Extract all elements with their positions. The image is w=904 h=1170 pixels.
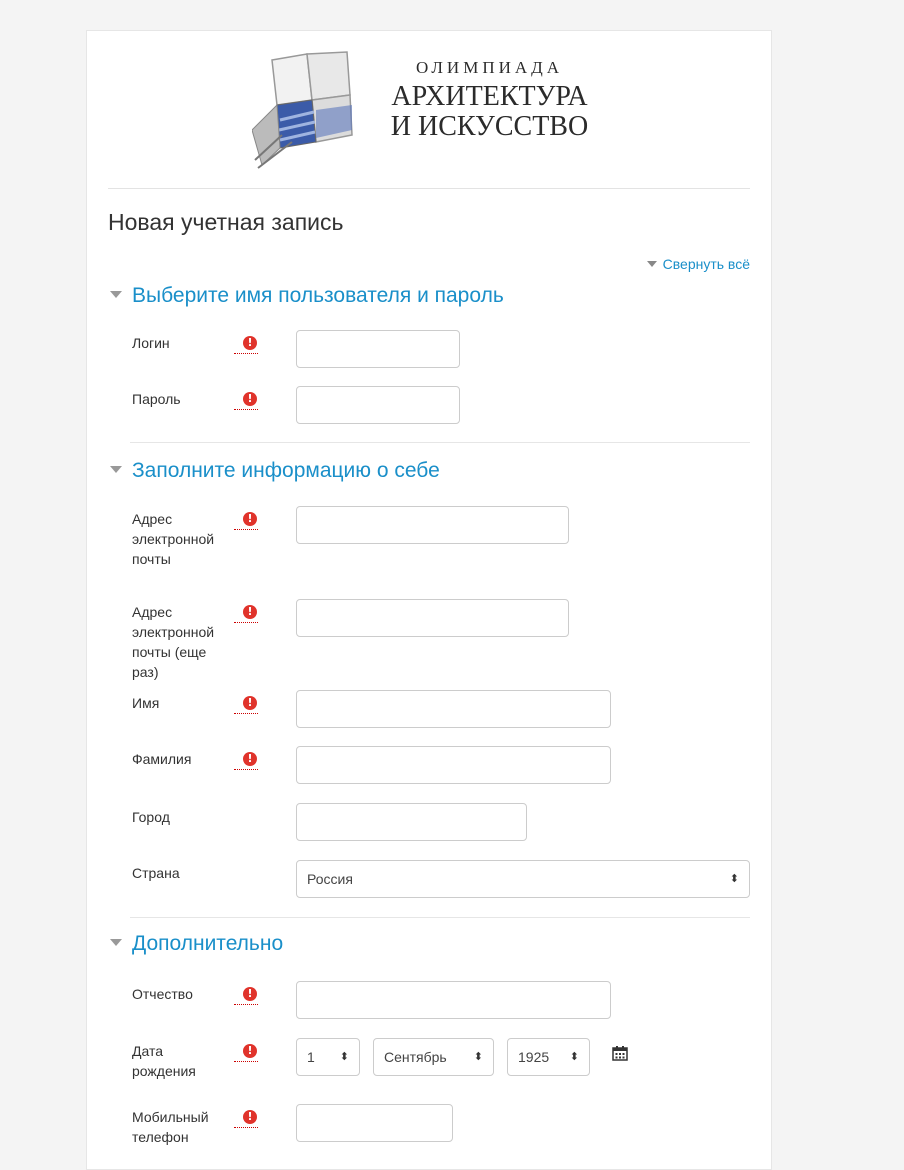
firstname-input[interactable]	[296, 690, 611, 728]
required-icon: !	[234, 749, 258, 771]
email-repeat-label: Адрес электронной почты (еще раз)	[132, 604, 215, 680]
required-icon: !	[234, 602, 258, 624]
middlename-input[interactable]	[296, 981, 611, 1019]
logo-line-3: И ИСКУССТВО	[390, 111, 589, 142]
middlename-label: Отчество	[132, 986, 193, 1002]
required-icon: !	[234, 1107, 258, 1129]
logo-line-1: ОЛИМПИАДА	[415, 58, 564, 77]
logo-text: ОЛИМПИАДА АРХИТЕКТУРА И ИСКУССТВО	[372, 58, 607, 142]
required-icon: !	[234, 333, 258, 355]
birthdate-label: Дата рождения	[132, 1043, 196, 1079]
collapse-all-link[interactable]: Свернуть всё	[646, 256, 750, 272]
required-icon: !	[234, 984, 258, 1006]
country-label: Страна	[132, 865, 180, 881]
section-toggle-icon	[110, 291, 122, 298]
birth-month-value: Сентябрь	[384, 1049, 447, 1065]
required-icon: !	[234, 389, 258, 411]
section-header-extra[interactable]: Дополнительно	[110, 932, 283, 956]
section-title-account: Выберите имя пользователя и пароль	[132, 284, 504, 307]
collapse-triangle-icon	[646, 261, 657, 267]
email-repeat-input[interactable]	[296, 599, 569, 637]
lastname-input[interactable]	[296, 746, 611, 784]
section-toggle-icon	[110, 939, 122, 946]
birth-year-value: 1925	[518, 1049, 550, 1065]
city-label: Город	[132, 809, 170, 825]
required-icon: !	[234, 1041, 258, 1063]
login-input[interactable]	[296, 330, 460, 368]
country-value: Россия	[307, 871, 353, 887]
password-label: Пароль	[132, 391, 181, 407]
select-arrow-icon: ⬍	[729, 873, 739, 885]
email-label: Адрес электронной почты	[132, 511, 215, 567]
birth-day-select[interactable]: 1 ⬍	[296, 1038, 360, 1076]
section-title-extra: Дополнительно	[132, 932, 284, 955]
lastname-label: Фамилия	[132, 751, 192, 767]
section-title-about: Заполните информацию о себе	[132, 459, 440, 482]
required-icon: !	[234, 693, 258, 715]
password-input[interactable]	[296, 386, 460, 424]
header-divider	[108, 188, 750, 189]
calendar-icon[interactable]	[612, 1045, 628, 1061]
phone-input[interactable]	[296, 1104, 453, 1142]
select-arrow-icon: ⬍	[339, 1051, 349, 1063]
country-select[interactable]: Россия ⬍	[296, 860, 750, 898]
birth-day-value: 1	[307, 1049, 315, 1065]
section-divider	[130, 442, 750, 443]
phone-label: Мобильный телефон	[132, 1109, 209, 1145]
collapse-all-label: Свернуть всё	[662, 256, 750, 272]
select-arrow-icon: ⬍	[569, 1051, 579, 1063]
login-label: Логин	[132, 335, 170, 351]
logo-line-2: АРХИТЕКТУРА	[391, 81, 588, 112]
city-input[interactable]	[296, 803, 527, 841]
required-icon: !	[234, 509, 258, 531]
olympiad-logo: ОЛИМПИАДА АРХИТЕКТУРА И ИСКУССТВО	[251, 50, 612, 172]
select-arrow-icon: ⬍	[473, 1051, 483, 1063]
section-divider	[130, 917, 750, 918]
logo-emblem-icon	[251, 51, 353, 169]
email-input[interactable]	[296, 506, 569, 544]
section-header-about[interactable]: Заполните информацию о себе	[110, 459, 440, 483]
firstname-label: Имя	[132, 695, 160, 711]
birth-year-select[interactable]: 1925 ⬍	[507, 1038, 590, 1076]
page-title: Новая учетная запись	[108, 209, 344, 235]
birth-month-select[interactable]: Сентябрь ⬍	[373, 1038, 494, 1076]
section-toggle-icon	[110, 466, 122, 473]
section-header-account[interactable]: Выберите имя пользователя и пароль	[110, 284, 504, 308]
